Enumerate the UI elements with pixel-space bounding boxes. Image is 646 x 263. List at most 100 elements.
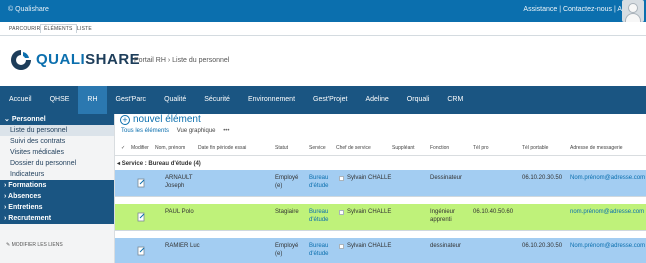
edit-document-icon[interactable] <box>137 178 146 188</box>
nav-item-accueil[interactable]: Accueil <box>0 86 41 114</box>
cell-fonction: Ingénieur <box>430 209 456 215</box>
nav-item-qhse[interactable]: QHSE <box>41 86 79 114</box>
more-views-icon[interactable]: ••• <box>223 128 229 134</box>
cell-fonction: Dessinateur <box>430 175 463 181</box>
ribbon-tab-elements[interactable]: ÉLÉMENTS <box>40 24 77 33</box>
sidebar-item-dossier-personnel[interactable]: Dossier du personnel <box>0 158 114 169</box>
table-row[interactable]: ARNAULT Joseph Employé (e) Bureau d'étud… <box>115 170 646 197</box>
cell-statut: Employé <box>275 243 299 249</box>
col-statut[interactable]: Statut <box>275 145 288 151</box>
main-content: + nouvel élément Tous les éléments Vue g… <box>115 114 646 263</box>
table-header: ✓ Modifier Nom, prénom Date fin période … <box>115 142 646 156</box>
cell-service-line2[interactable]: d'étude <box>309 183 329 190</box>
main-nav: Accueil QHSE RH Gest'Parc Qualité Sécuri… <box>0 86 646 114</box>
cell-chef[interactable]: Sylvain CHALLE <box>347 209 391 216</box>
group-label: Service : Bureau d'étude (4) <box>121 161 201 167</box>
cell-fonction-line2: apprenti <box>430 217 452 223</box>
nav-item-orquali[interactable]: Orquali <box>398 86 439 114</box>
sidebar-section-personnel[interactable]: ⌄ Personnel <box>0 114 114 125</box>
col-date-fin-essai[interactable]: Date fin période essai <box>198 145 246 151</box>
edit-document-icon[interactable] <box>137 212 146 222</box>
new-item-label: nouvel élément <box>132 114 201 125</box>
col-tel-portable[interactable]: Tél portable <box>522 145 548 151</box>
new-item-button[interactable]: + nouvel élément <box>120 114 201 126</box>
sidebar-item-liste-personnel[interactable]: Liste du personnel <box>0 125 114 136</box>
sidebar-section-label: Recrutement <box>8 215 52 222</box>
edit-links-button[interactable]: ✎ MODIFIER LES LIENS <box>6 242 63 248</box>
sidebar-section-recrutement[interactable]: › Recrutement <box>0 213 114 224</box>
edit-document-icon[interactable] <box>137 246 146 256</box>
cell-service[interactable]: Bureau <box>309 175 328 182</box>
cell-tel-portable: 06.10.20.30.50 <box>522 175 563 181</box>
group-header[interactable]: ◂ Service : Bureau d'étude (4) <box>117 160 201 167</box>
col-fonction[interactable]: Fonction <box>430 145 449 151</box>
table-row[interactable]: PAUL Polo Stagiaire Bureau d'étude Sylva… <box>115 204 646 231</box>
cell-email[interactable]: Nom.prénom@adresse.com <box>570 175 645 182</box>
logo-text-light: SHARE <box>85 51 141 68</box>
sidebar-item-visites-medicales[interactable]: Visites médicales <box>0 147 114 158</box>
cell-email[interactable]: Nom.prénom@adresse.com <box>570 243 645 250</box>
col-service[interactable]: Service <box>309 145 326 151</box>
cell-name: RAMIER Luc <box>165 243 200 249</box>
col-suppleant[interactable]: Suppléant <box>392 145 415 151</box>
logo-wordmark[interactable]: QUALISHARE <box>36 51 140 68</box>
cell-email[interactable]: nom.prénom@adresse.com <box>570 209 644 216</box>
ribbon-tab-liste[interactable]: LISTE <box>74 25 95 33</box>
sidebar-section-label: Absences <box>8 193 42 200</box>
view-all-items[interactable]: Tous les éléments <box>121 128 169 134</box>
nav-item-gestprojet[interactable]: Gest'Projet <box>304 86 356 114</box>
ribbon-tabs: PARCOURIR ÉLÉMENTS LISTE <box>0 22 646 36</box>
col-adresse-messagerie[interactable]: Adresse de messagerie <box>570 145 623 151</box>
nav-item-gestparc[interactable]: Gest'Parc <box>107 86 156 114</box>
breadcrumb[interactable]: Portail RH › Liste du personnel <box>134 57 229 64</box>
col-modifier[interactable]: Modifier <box>131 145 149 151</box>
ribbon-tab-parcourir[interactable]: PARCOURIR <box>6 25 43 33</box>
nav-item-adeline[interactable]: Adeline <box>356 86 397 114</box>
cell-tel-portable: 06.10.20.30.50 <box>522 243 563 249</box>
col-nom-prenom[interactable]: Nom, prénom <box>155 145 185 151</box>
col-tel-pro[interactable]: Tél pro <box>473 145 489 151</box>
sidebar-item-suivi-contrats[interactable]: Suivi des contrats <box>0 136 114 147</box>
presence-checkbox[interactable] <box>339 210 344 215</box>
left-sidebar: ⌄ Personnel Liste du personnel Suivi des… <box>0 114 115 263</box>
nav-item-environnement[interactable]: Environnement <box>239 86 304 114</box>
presence-checkbox[interactable] <box>339 176 344 181</box>
view-graphique[interactable]: Vue graphique <box>177 128 216 134</box>
nav-item-securite[interactable]: Sécurité <box>195 86 239 114</box>
sidebar-section-label: Personnel <box>11 116 46 123</box>
qualishare-logo-icon[interactable] <box>9 48 33 72</box>
cell-statut-line2: (e) <box>275 183 283 189</box>
cell-service-line2[interactable]: d'étude <box>309 251 329 258</box>
top-links[interactable]: Assistance | Contactez-nous | A <box>523 6 622 13</box>
cell-service[interactable]: Bureau <box>309 243 328 250</box>
cell-statut-line2: (e) <box>275 251 283 257</box>
avatar[interactable] <box>622 0 644 22</box>
col-select-all[interactable]: ✓ <box>121 145 125 151</box>
nav-item-qualite[interactable]: Qualité <box>155 86 195 114</box>
view-switcher: Tous les éléments Vue graphique ••• <box>121 128 230 134</box>
cell-chef[interactable]: Sylvain CHALLE <box>347 175 391 182</box>
sidebar-section-formations[interactable]: › Formations <box>0 180 114 191</box>
cell-name-line2: Joseph <box>165 183 185 189</box>
nav-item-crm[interactable]: CRM <box>438 86 472 114</box>
sidebar-section-label: Entretiens <box>8 204 43 211</box>
top-bar: © Qualishare Assistance | Contactez-nous… <box>0 0 646 22</box>
table-row[interactable]: RAMIER Luc Employé (e) Bureau d'étude Sy… <box>115 238 646 263</box>
presence-checkbox[interactable] <box>339 244 344 249</box>
cell-service-line2[interactable]: d'étude <box>309 217 329 224</box>
col-chef-service[interactable]: Chef de service <box>336 145 371 151</box>
plus-circle-icon: + <box>120 114 130 125</box>
chevron-down-icon: ⌄ <box>4 116 12 123</box>
sidebar-item-indicateurs[interactable]: Indicateurs <box>0 169 114 180</box>
avatar-head-icon <box>628 3 638 13</box>
cell-statut: Employé <box>275 175 299 181</box>
edit-links-label: MODIFIER LES LIENS <box>11 242 63 248</box>
sidebar-section-absences[interactable]: › Absences <box>0 191 114 202</box>
sidebar-section-label: Formations <box>8 182 47 189</box>
cell-fonction: dessinateur <box>430 243 462 249</box>
cell-chef[interactable]: Sylvain CHALLE <box>347 243 391 250</box>
sidebar-section-entretiens[interactable]: › Entretiens <box>0 202 114 213</box>
cell-service[interactable]: Bureau <box>309 209 328 216</box>
top-brand: © Qualishare <box>8 6 49 13</box>
nav-item-rh[interactable]: RH <box>78 86 107 114</box>
